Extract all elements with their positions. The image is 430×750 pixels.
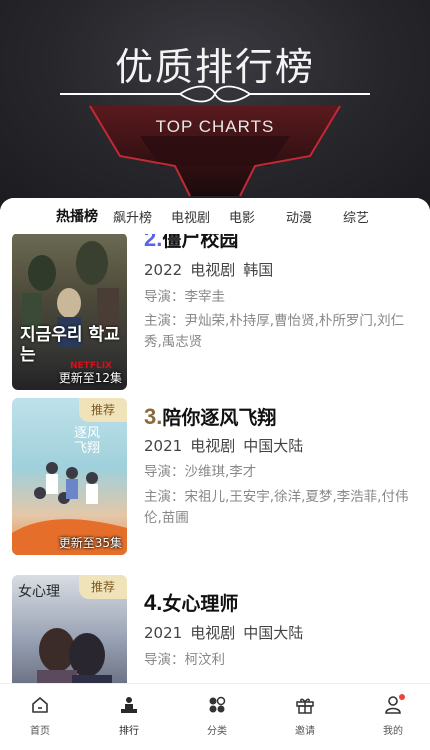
category: 电视剧: [190, 261, 236, 279]
nav-category[interactable]: 分类: [187, 694, 247, 737]
home-icon: [32, 697, 48, 713]
tab-tv-series[interactable]: 电视剧: [171, 207, 210, 226]
year: 2022: [144, 261, 183, 279]
category-icon: [209, 696, 226, 713]
poster-image[interactable]: 지금우리 학교는 NETFLIX 更新至12集: [12, 233, 127, 390]
poster-title-text: 女心理: [18, 584, 60, 600]
top-charts-banner: 优质排行榜 TOP CHARTS: [0, 0, 430, 205]
tab-movie[interactable]: 电影: [229, 207, 255, 226]
category: 电视剧: [190, 624, 236, 642]
bottom-navigation: 首页 排行 分类 邀请 我的: [0, 683, 430, 750]
nav-home[interactable]: 首页: [10, 694, 70, 737]
nav-profile[interactable]: 我的: [363, 694, 423, 737]
gift-icon: [296, 698, 314, 714]
nav-label: 我的: [383, 726, 403, 737]
title-text: 女心理师: [162, 593, 239, 615]
recommend-badge: 推荐: [79, 575, 127, 599]
ranking-panel: 지금우리 학교는 NETFLIX 更新至12集 2.僵尸校园 2022 电视剧 韩国…: [0, 198, 430, 750]
item-meta: 2021 电视剧 中国大陆: [144, 622, 311, 643]
episode-caption: 更新至35集: [58, 536, 122, 550]
item-title[interactable]: 4.女心理师: [144, 589, 238, 616]
rank-number: 3.: [144, 404, 163, 429]
region: 韩国: [243, 261, 274, 279]
ranking-icon: [121, 697, 137, 713]
list-item[interactable]: 逐风 飞翔 推荐 更新至35集 3.陪你逐风飞翔 2021 电视剧 中国大陆 导演：…: [0, 398, 430, 568]
director: 导演：李宰圭: [144, 289, 225, 305]
region: 中国大陆: [243, 624, 304, 642]
banner-title: 优质排行榜: [114, 45, 315, 89]
category-tabs: 热播榜 飙升榜 电视剧 电影 动漫 综艺: [0, 198, 430, 234]
tab-hot[interactable]: 热播榜: [56, 206, 98, 226]
tab-rising[interactable]: 飙升榜: [113, 207, 152, 226]
episode-caption: 更新至12集: [58, 371, 122, 385]
item-meta: 2022 电视剧 韩国: [144, 259, 281, 280]
year: 2021: [144, 437, 183, 455]
tab-anime[interactable]: 动漫: [286, 207, 312, 226]
nav-label: 分类: [207, 726, 227, 737]
list-item[interactable]: 지금우리 학교는 NETFLIX 更新至12集 2.僵尸校园 2022 电视剧 韩国…: [0, 218, 430, 390]
pedestal-graphic: [89, 105, 341, 197]
item-title[interactable]: 3.陪你逐风飞翔: [144, 403, 276, 430]
tab-variety[interactable]: 综艺: [343, 207, 369, 226]
region: 中国大陆: [243, 437, 304, 455]
banner-subtitle: TOP CHARTS: [155, 117, 275, 136]
cast: 主演：宋祖儿,王安宇,徐洋,夏梦,李浩菲,付伟伦,苗圃: [144, 489, 409, 526]
category: 电视剧: [190, 437, 236, 455]
ornament-divider: [60, 85, 370, 103]
poster-title-text: 逐风 飞翔: [74, 426, 101, 456]
nav-label: 排行: [119, 726, 139, 737]
cast: 主演：尹灿荣,朴持厚,曹怡贤,朴所罗门,刘仁秀,禹志贤: [144, 313, 405, 350]
rank-number: 4.: [144, 590, 163, 615]
notification-dot: [399, 694, 405, 700]
director: 导演：柯汶利: [144, 652, 225, 668]
recommend-badge: 推荐: [79, 398, 127, 422]
item-meta: 2021 电视剧 中国大陆: [144, 435, 311, 456]
ranking-list[interactable]: 지금우리 학교는 NETFLIX 更新至12集 2.僵尸校园 2022 电视剧 韩国…: [0, 198, 430, 750]
title-text: 陪你逐风飞翔: [162, 407, 277, 429]
nav-ranking[interactable]: 排行: [99, 694, 159, 737]
nav-invite[interactable]: 邀请: [275, 694, 335, 737]
nav-label: 邀请: [295, 726, 315, 737]
nav-label: 首页: [30, 726, 50, 737]
director: 导演：沙维琪,李才: [144, 464, 257, 480]
poster-title-text: 지금우리 학교는: [20, 325, 120, 365]
poster-image[interactable]: 逐风 飞翔 推荐 更新至35集: [12, 398, 127, 555]
year: 2021: [144, 624, 183, 642]
